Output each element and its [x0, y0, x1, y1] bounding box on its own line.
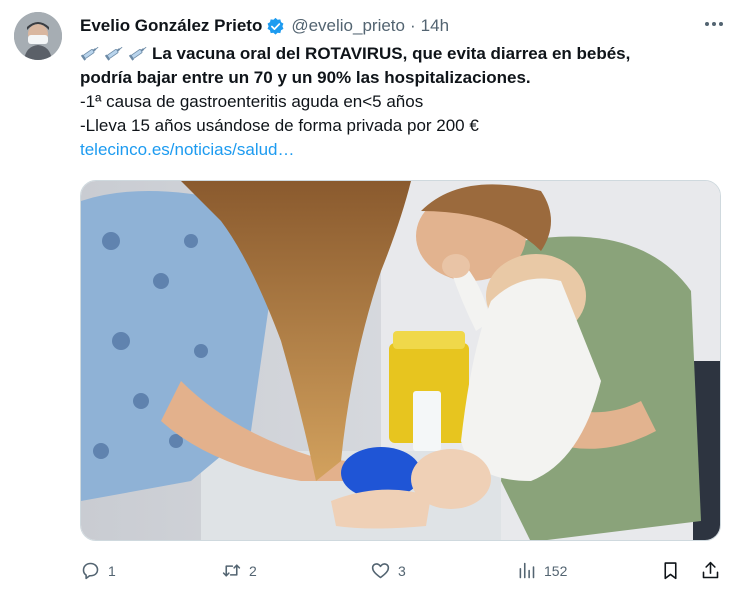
article-link[interactable]: telecinco.es/noticias/salud… [80, 138, 730, 162]
like-icon [371, 563, 390, 579]
tweet-actions: 1 2 3 152 [80, 560, 730, 584]
tweet-timestamp[interactable]: 14h [421, 16, 449, 36]
share-icon [702, 561, 719, 579]
like-button[interactable]: 3 [370, 560, 406, 581]
bookmark-button[interactable] [660, 560, 681, 581]
retweet-icon [222, 564, 241, 577]
author-name[interactable]: Evelio González Prieto [80, 16, 262, 36]
reply-icon [82, 562, 99, 580]
headline-line-2: podría bajar entre un 70 y un 90% las ho… [80, 68, 531, 87]
retweet-button[interactable]: 2 [221, 560, 257, 581]
views-button[interactable]: 152 [516, 560, 567, 581]
avatar[interactable] [14, 12, 62, 60]
views-icon [519, 562, 535, 579]
share-button[interactable] [700, 560, 721, 581]
syringe-icon [80, 46, 99, 61]
detail-line-1: -1ª causa de gastroenteritis aguda en<5 … [80, 92, 424, 111]
views-count: 152 [544, 562, 568, 579]
detail-line-2: -Lleva 15 años usándose de forma privada… [80, 116, 479, 135]
syringe-icon [128, 46, 147, 61]
tweet-header: Evelio González Prieto @evelio_prieto · … [80, 14, 449, 38]
syringe-icon [104, 46, 123, 61]
like-count: 3 [398, 562, 406, 579]
more-icon[interactable] [702, 14, 726, 34]
separator-dot: · [409, 16, 416, 35]
reply-count: 1 [108, 562, 116, 579]
tweet-text: La vacuna oral del ROTAVIRUS, que evita … [80, 42, 730, 162]
headline-line-1: La vacuna oral del ROTAVIRUS, que evita … [152, 44, 631, 63]
retweet-count: 2 [249, 562, 257, 579]
verified-badge-icon [267, 17, 284, 35]
author-handle[interactable]: @evelio_prieto [291, 16, 405, 36]
bookmark-icon [664, 562, 677, 580]
reply-button[interactable]: 1 [80, 560, 116, 581]
tweet-photo[interactable] [80, 180, 721, 541]
